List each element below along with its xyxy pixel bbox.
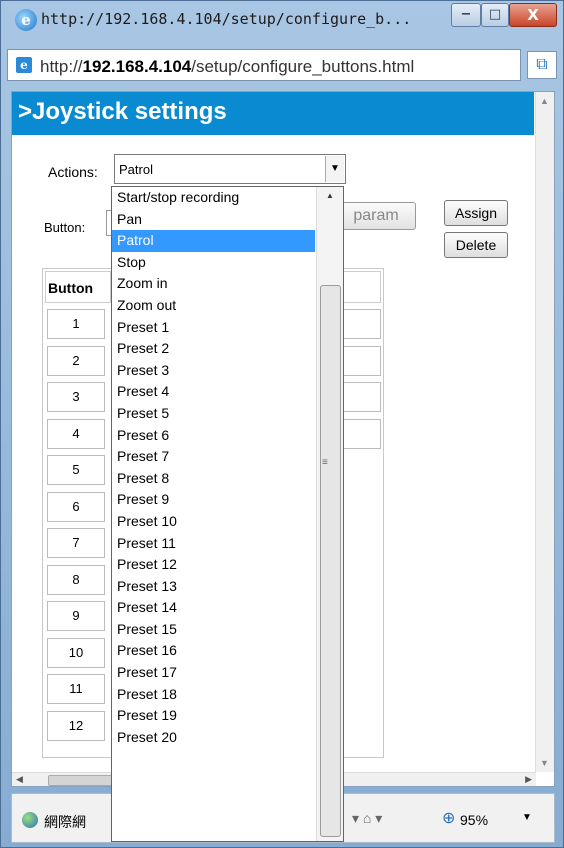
table-row-button-number: 12 — [47, 710, 105, 741]
url-text[interactable]: http://192.168.4.104/setup/configure_but… — [40, 57, 414, 77]
dropdown-option[interactable]: Preset 3 — [112, 360, 315, 382]
page-icon: e — [16, 57, 32, 73]
url-path: /setup/configure_buttons.html — [191, 57, 415, 76]
assign-button[interactable]: Assign — [444, 200, 508, 226]
dropdown-option[interactable]: Preset 14 — [112, 597, 315, 619]
scroll-right-icon[interactable]: ▶ — [525, 774, 532, 785]
table-row-right-cell — [339, 345, 381, 376]
maximize-button[interactable]: □ — [481, 3, 509, 27]
chevron-down-icon[interactable]: ▼ — [325, 156, 344, 182]
dropdown-scrollbar[interactable]: ▲ ≡ — [316, 187, 343, 841]
url-prefix: http:// — [40, 57, 83, 76]
zoom-icon[interactable]: ⊕ — [442, 808, 455, 828]
table-row-button-number: 2 — [47, 345, 105, 376]
page-title: >Joystick settings — [12, 92, 534, 135]
dropdown-option[interactable]: Preset 17 — [112, 662, 315, 684]
scroll-up-icon[interactable]: ▲ — [540, 96, 549, 106]
table-row-button-number: 10 — [47, 637, 105, 668]
actions-label: Actions: — [48, 164, 98, 180]
dropdown-option[interactable]: Patrol — [112, 230, 315, 252]
globe-icon — [22, 812, 38, 828]
button-label: Button: — [44, 220, 86, 235]
dropdown-option[interactable]: Preset 12 — [112, 554, 315, 576]
ie-icon: e — [15, 9, 37, 31]
dropdown-option[interactable]: Preset 5 — [112, 403, 315, 425]
protected-mode-icon[interactable]: ▾ ⌂ ▾ — [352, 810, 382, 827]
dropdown-option[interactable]: Stop — [112, 252, 315, 274]
dropdown-option[interactable]: Preset 4 — [112, 381, 315, 403]
table-row-button-number: 1 — [47, 309, 105, 339]
table-header-button: Button — [45, 271, 111, 303]
table-row-right-cell — [339, 309, 381, 339]
dropdown-option[interactable]: Preset 13 — [112, 576, 315, 598]
dropdown-option[interactable]: Pan — [112, 209, 315, 231]
actions-select-value: Patrol — [119, 162, 153, 177]
scroll-up-icon[interactable]: ▲ — [326, 191, 334, 200]
table-row-right-cell — [339, 382, 381, 412]
zoom-level[interactable]: 95% — [460, 812, 488, 828]
address-bar[interactable]: e http://192.168.4.104/setup/configure_b… — [7, 49, 521, 81]
table-row-button-number: 7 — [47, 528, 105, 558]
compatibility-view-icon[interactable]: ⧉ — [527, 51, 557, 79]
table-row-button-number: 4 — [47, 418, 105, 449]
close-button[interactable]: X — [509, 3, 557, 27]
dropdown-option[interactable]: Preset 19 — [112, 705, 315, 727]
dropdown-option[interactable]: Zoom out — [112, 295, 315, 317]
dropdown-option[interactable]: Preset 10 — [112, 511, 315, 533]
table-row-button-number: 5 — [47, 455, 105, 485]
table-row-button-number: 6 — [47, 491, 105, 522]
actions-dropdown-list[interactable]: Start/stop recording Pan Patrol Stop Zoom in… — [111, 186, 344, 842]
zoom-dropdown-icon[interactable]: ▼ — [522, 812, 532, 823]
table-row-right-cell — [339, 418, 381, 449]
table-row-button-number: 11 — [47, 674, 105, 704]
table-row-button-number: 8 — [47, 564, 105, 595]
scroll-left-icon[interactable]: ◀ — [16, 774, 23, 785]
actions-select[interactable]: Patrol ▼ — [114, 154, 346, 184]
dropdown-option[interactable]: Preset 15 — [112, 619, 315, 641]
zone-text: 網際網 — [44, 814, 86, 830]
dropdown-option[interactable]: Preset 20 — [112, 727, 315, 749]
dropdown-option[interactable]: Preset 1 — [112, 317, 315, 339]
url-host: 192.168.4.104 — [82, 57, 192, 76]
table-row-button-number: 9 — [47, 601, 105, 631]
dropdown-option[interactable]: Preset 16 — [112, 640, 315, 662]
param-button[interactable]: param — [336, 202, 416, 230]
window-title: http://192.168.4.104/setup/configure_b..… — [41, 10, 412, 28]
page-vertical-scrollbar[interactable]: ▲ ▼ — [535, 92, 554, 772]
dropdown-option[interactable]: Preset 9 — [112, 489, 315, 511]
scroll-grip-icon: ≡ — [322, 457, 328, 468]
dropdown-option[interactable]: Preset 2 — [112, 338, 315, 360]
table-header-right — [339, 271, 381, 303]
dropdown-option[interactable]: Zoom in — [112, 273, 315, 295]
dropdown-option[interactable]: Preset 11 — [112, 533, 315, 555]
dropdown-option[interactable]: Start/stop recording — [112, 187, 315, 209]
dropdown-option[interactable]: Preset 8 — [112, 468, 315, 490]
minimize-button[interactable]: − — [451, 3, 481, 27]
title-bar: e http://192.168.4.104/setup/configure_b… — [1, 1, 563, 39]
scroll-down-icon[interactable]: ▼ — [540, 758, 549, 768]
dropdown-option[interactable]: Preset 6 — [112, 425, 315, 447]
dropdown-scroll-thumb[interactable] — [320, 285, 341, 837]
dropdown-option[interactable]: Preset 18 — [112, 684, 315, 706]
delete-button[interactable]: Delete — [444, 232, 508, 258]
table-row-button-number: 3 — [47, 382, 105, 412]
dropdown-option[interactable]: Preset 7 — [112, 446, 315, 468]
dropdown-items: Start/stop recording Pan Patrol Stop Zoom in… — [112, 187, 343, 748]
